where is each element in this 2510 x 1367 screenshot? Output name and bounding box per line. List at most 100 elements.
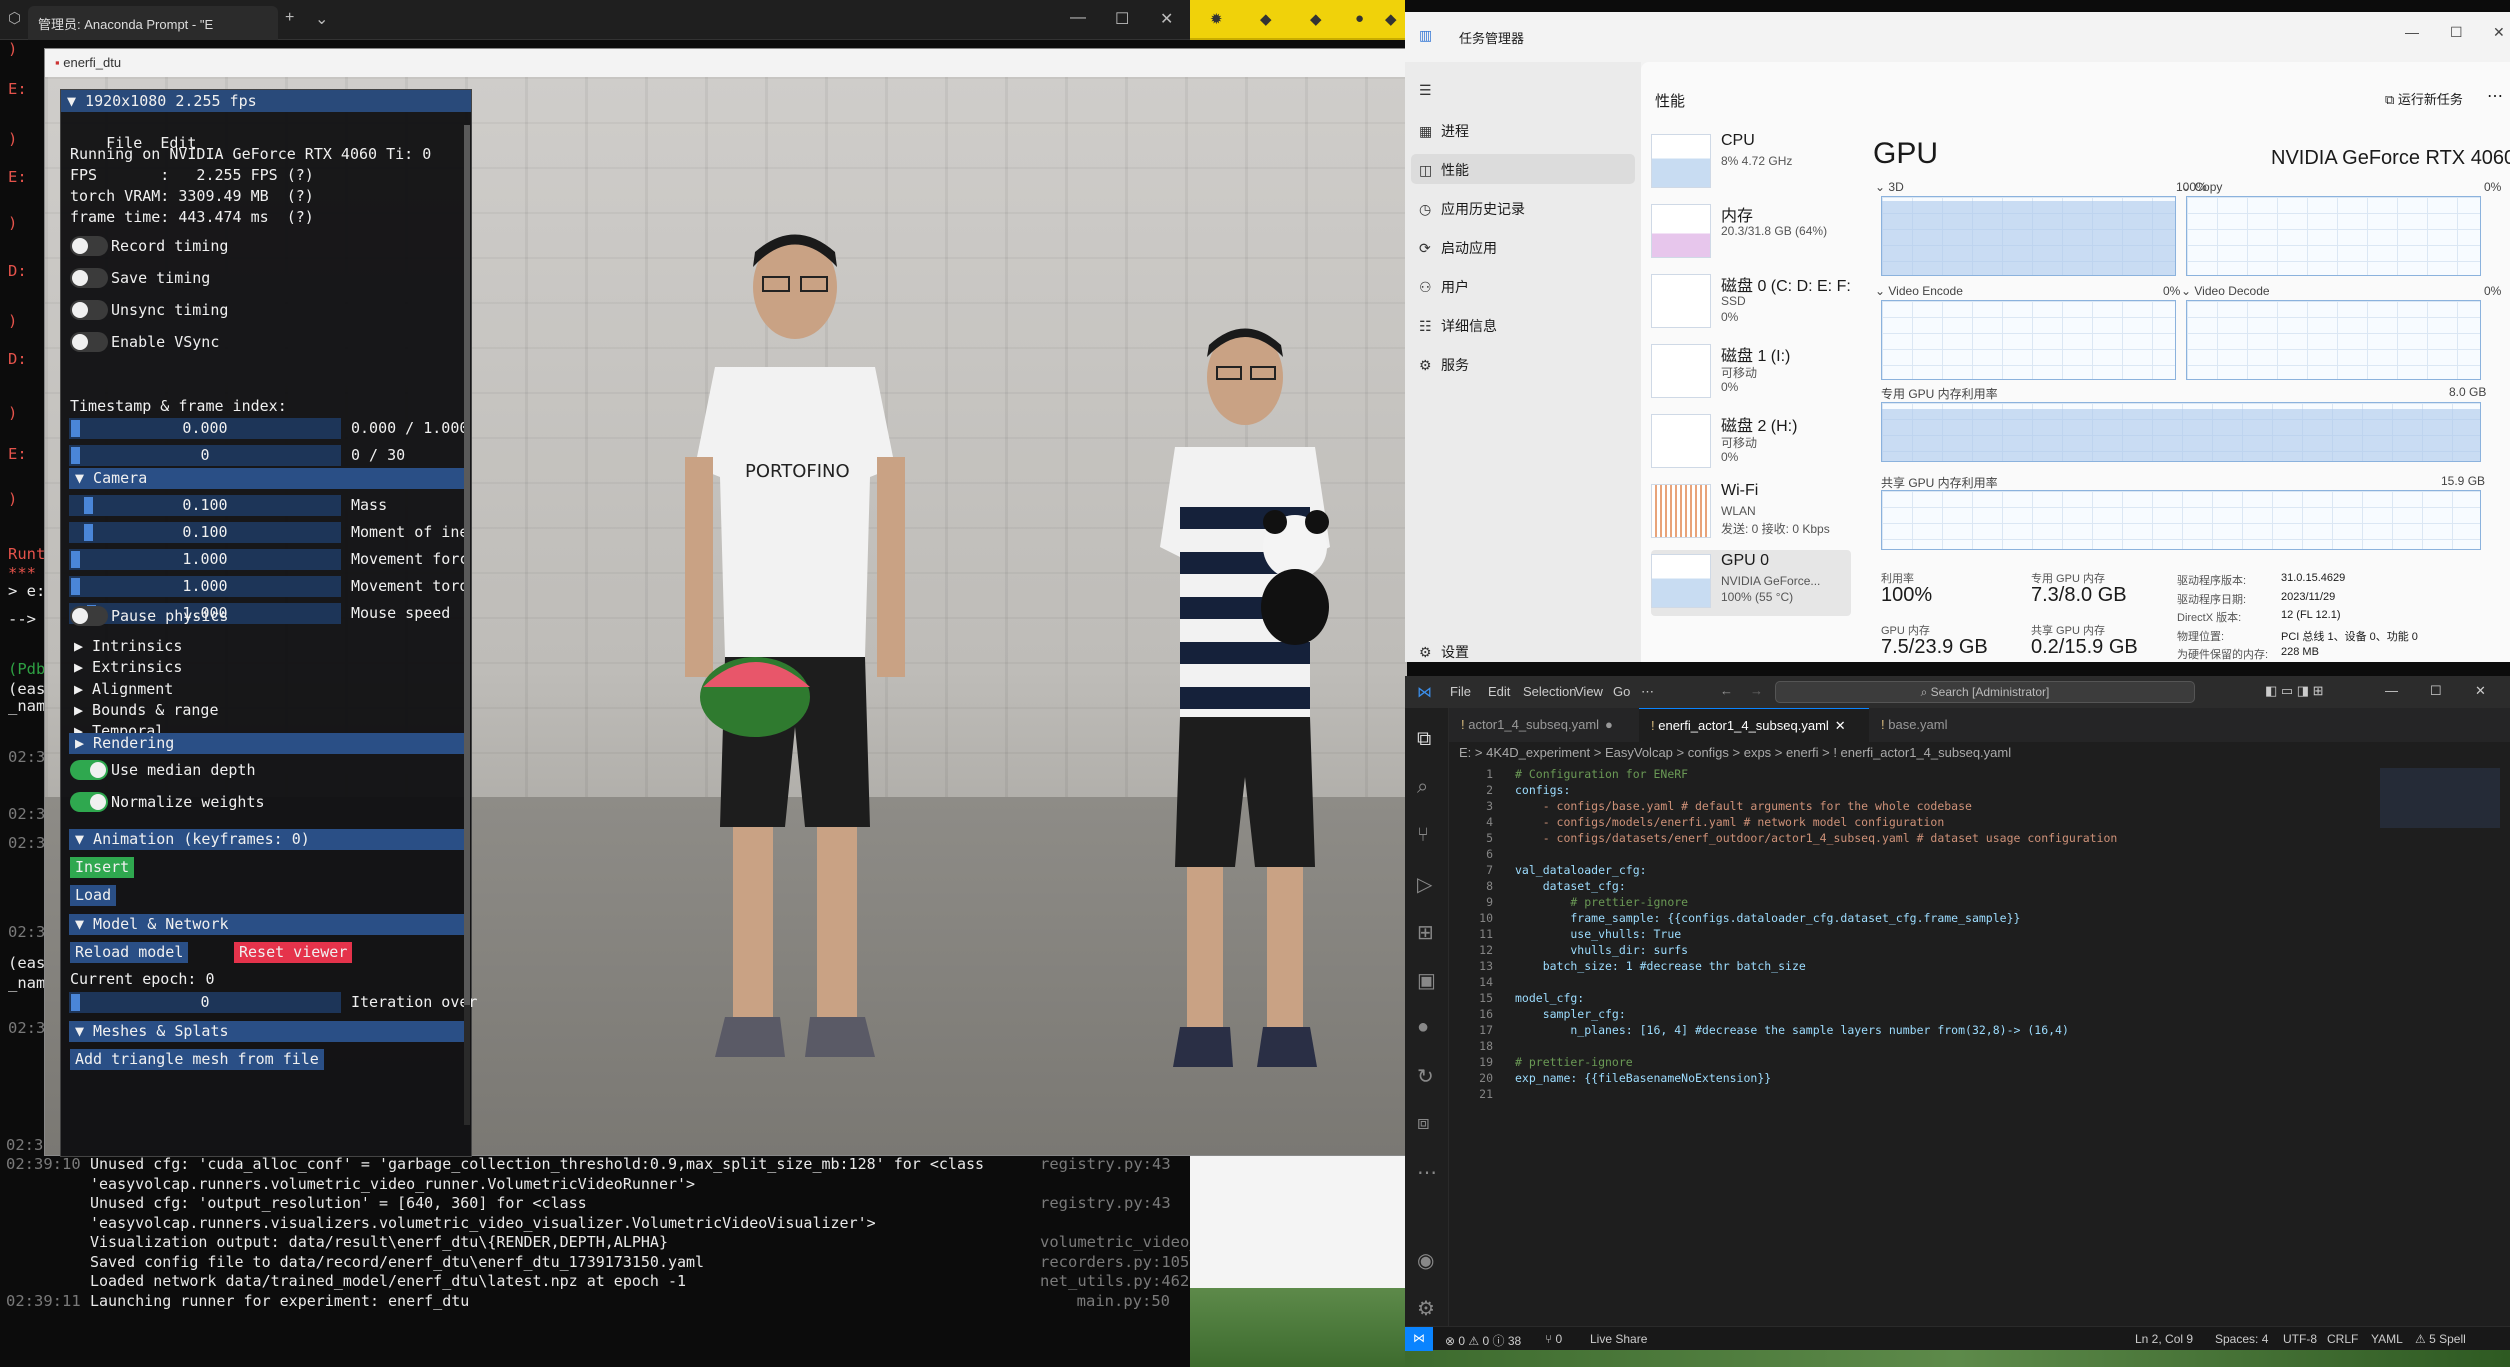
reload-model-button[interactable]: Reload model <box>70 942 189 963</box>
camera-section[interactable]: ▼ Camera <box>69 468 465 489</box>
tm-nav-item[interactable]: ⚙ 服务 <box>1419 355 1469 375</box>
insert-button[interactable]: Insert <box>70 857 135 878</box>
panel-header[interactable]: ▼ 1920x1080 2.255 fps <box>61 90 471 112</box>
back-arrow-icon[interactable]: ← <box>1720 683 1733 698</box>
tree-node[interactable]: ▶ Bounds & range <box>74 701 219 719</box>
toggle-switch[interactable] <box>70 760 108 780</box>
add-mesh-button[interactable]: Add triangle mesh from file <box>70 1049 324 1070</box>
minimap[interactable] <box>2380 768 2500 828</box>
status-item[interactable]: CRLF <box>2327 1332 2358 1346</box>
tree-node[interactable]: ▶ Intrinsics <box>74 637 182 655</box>
command-search[interactable]: ⌕ Search [Administrator] <box>1775 681 2195 703</box>
breadcrumb[interactable]: E: > 4K4D_experiment > EasyVolcap > conf… <box>1449 742 2510 766</box>
pause-physics-toggle[interactable] <box>70 606 108 626</box>
camera-slider[interactable]: 0.100 <box>69 495 341 516</box>
camera-slider[interactable]: 1.000 <box>69 549 341 570</box>
menu-item[interactable]: Selection <box>1523 684 1576 699</box>
editor-tab[interactable]: ! actor1_4_subseq.yaml ● <box>1449 708 1639 742</box>
device-item[interactable]: 内存 20.3/31.8 GB (64%) <box>1651 200 1851 266</box>
more-options-button[interactable]: ⋯ <box>2487 86 2503 106</box>
remote-indicator-icon[interactable]: ⋈ <box>1405 1327 1433 1351</box>
tab-dropdown-button[interactable]: ⌄ <box>315 9 328 29</box>
maximize-button[interactable]: ☐ <box>1115 9 1129 29</box>
tm-nav-item[interactable]: ☷ 详细信息 <box>1419 316 1497 336</box>
animation-section[interactable]: ▼ Animation (keyframes: 0) <box>69 829 465 850</box>
minimize-button[interactable]: — <box>2385 683 2398 698</box>
device-item[interactable]: CPU 8% 4.72 GHz <box>1651 130 1851 196</box>
toggle-switch[interactable] <box>70 236 108 256</box>
toggle-switch[interactable] <box>70 268 108 288</box>
tm-nav-item[interactable]: ▦ 进程 <box>1419 121 1469 141</box>
device-item[interactable]: Wi-Fi WLAN 发送: 0 接收: 0 Kbps <box>1651 480 1851 546</box>
tm-nav-item[interactable]: ☰ <box>1419 82 1441 99</box>
minimize-button[interactable]: — <box>1070 9 1086 27</box>
timestamp-slider[interactable]: 0.000 <box>69 418 341 439</box>
menu-item[interactable]: Go <box>1613 684 1630 699</box>
tab-close-icon[interactable]: ✕ <box>1835 718 1846 733</box>
tm-nav-item[interactable]: ⟳ 启动应用 <box>1419 238 1497 258</box>
rendering-section[interactable]: ▶ Rendering <box>69 733 465 754</box>
toggle-switch[interactable] <box>70 300 108 320</box>
tree-node[interactable]: ▶ Alignment <box>74 680 173 698</box>
load-button[interactable]: Load <box>70 885 117 906</box>
explorer-icon[interactable]: ⧉ <box>1417 728 1431 751</box>
terminal-tab[interactable]: 管理员: Anaconda Prompt - "E <box>28 6 278 40</box>
tm-nav-item[interactable]: ◷ 应用历史记录 <box>1419 199 1525 219</box>
bookmark-icon[interactable]: ◆ <box>1310 10 1322 28</box>
vscode-window[interactable]: ⋈ File Edit Selection View Go ⋯ ← → ⌕ Search … <box>1405 676 2510 1351</box>
tab-close-icon[interactable]: ● <box>1605 717 1613 732</box>
imgui-panel[interactable]: ▼ 1920x1080 2.255 fps File Edit Running … <box>60 89 477 1157</box>
timestamp-slider[interactable]: 0 <box>69 445 341 466</box>
reset-viewer-button[interactable]: Reset viewer <box>234 942 353 963</box>
iteration-slider[interactable]: 0 <box>69 992 341 1013</box>
meshes-splats-section[interactable]: ▼ Meshes & Splats <box>69 1021 465 1042</box>
maximize-button[interactable]: ☐ <box>2450 24 2463 41</box>
device-item[interactable]: 磁盘 0 (C: D: E: F: SSD 0% <box>1651 270 1851 336</box>
maximize-button[interactable]: ☐ <box>2430 683 2442 699</box>
device-item[interactable]: 磁盘 2 (H:) 可移动 0% <box>1651 410 1851 476</box>
status-item[interactable]: Ln 2, Col 9 <box>2135 1332 2193 1346</box>
tm-nav-item[interactable]: ◫ 性能 <box>1411 154 1635 184</box>
camera-slider[interactable]: 1.000 <box>69 576 341 597</box>
menu-item[interactable]: View <box>1575 684 1603 699</box>
status-item[interactable]: ⚠ 5 Spell <box>2415 1332 2466 1346</box>
tm-nav-item[interactable]: ⚇ 用户 <box>1419 277 1469 297</box>
github-icon[interactable]: ● <box>1355 10 1364 27</box>
bookmark-icon[interactable]: ◆ <box>1385 10 1397 28</box>
tm-nav-settings[interactable]: ⚙ 设置 <box>1419 642 1469 662</box>
editor-tab[interactable]: ! enerfi_actor1_4_subseq.yaml ✕ <box>1639 708 1869 742</box>
status-item[interactable]: Spaces: 4 <box>2215 1332 2268 1346</box>
menu-item[interactable]: ⋯ <box>1641 684 1654 700</box>
close-button[interactable]: ✕ <box>1160 9 1173 29</box>
code-editor[interactable]: 1 # Configuration for ENeRF 2 configs: 3 - c… <box>1405 766 2510 1306</box>
live-share-button[interactable]: Live Share <box>1590 1332 1647 1346</box>
camera-slider[interactable]: 0.100 <box>69 522 341 543</box>
run-new-task-button[interactable]: ⧉ 运行新任务 <box>2385 89 2463 108</box>
status-item[interactable]: UTF-8 <box>2283 1332 2317 1346</box>
ports-indicator[interactable]: ⑂ 0 <box>1545 1332 1562 1346</box>
search-icon: ⌕ <box>1920 685 1931 699</box>
minimize-button[interactable]: — <box>2405 24 2419 40</box>
scrollbar[interactable] <box>464 125 470 1125</box>
status-item[interactable]: YAML <box>2371 1332 2403 1346</box>
detail-key: 驱动程序版本: <box>2177 575 2247 587</box>
menu-item[interactable]: Edit <box>1488 684 1510 699</box>
device-item[interactable]: GPU 0 NVIDIA GeForce... 100% (55 °C) <box>1651 550 1851 616</box>
model-network-section[interactable]: ▼ Model & Network <box>69 914 465 935</box>
close-button[interactable]: ✕ <box>2475 683 2486 699</box>
menu-item[interactable]: File <box>1450 684 1471 699</box>
device-item[interactable]: 磁盘 1 (I:) 可移动 0% <box>1651 340 1851 406</box>
bookmark-icon[interactable]: ◆ <box>1260 10 1272 28</box>
problems-indicator[interactable]: ⊗ 0 ⚠ 0 ⓘ 38 <box>1445 1332 1521 1349</box>
toggle-switch[interactable] <box>70 332 108 352</box>
forward-arrow-icon[interactable]: → <box>1750 683 1763 698</box>
close-button[interactable]: ✕ <box>2493 24 2505 41</box>
editor-tab[interactable]: ! base.yaml <box>1869 708 1999 742</box>
toggle-label: Save timing <box>111 269 211 287</box>
tree-node[interactable]: ▶ Extrinsics <box>74 658 182 676</box>
task-manager-window[interactable]: ▥ 任务管理器 — ☐ ✕ ☰ ▦ 进程 ◫ 性能 ◷ 应用历史记录 ⟳ 启动应用 ⚇ 用户 ☷ 详细信… <box>1405 12 2510 662</box>
toggle-switch[interactable] <box>70 792 108 812</box>
bookmark-icon[interactable]: ✹ <box>1210 10 1223 28</box>
new-tab-button[interactable]: + <box>285 9 294 27</box>
layout-toggle-icon[interactable]: ◧ ▭ ◨ ⊞ <box>2265 683 2324 699</box>
